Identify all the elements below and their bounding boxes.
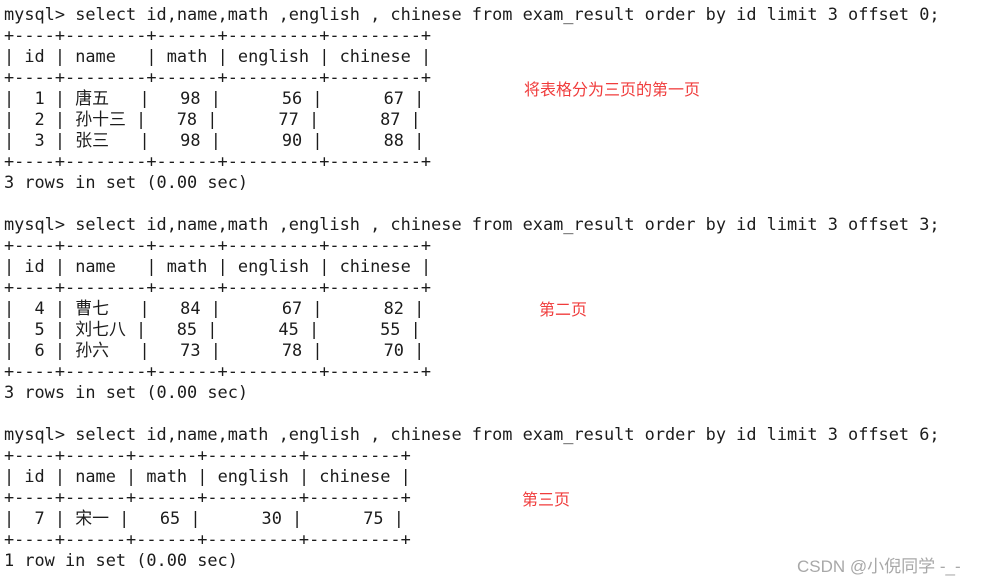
table-row: | 7 | 宋一 | 65 | 30 | 75 | xyxy=(4,508,404,528)
cell-id: 3 xyxy=(14,130,55,150)
cell-english: 78 xyxy=(220,340,313,360)
table-border: +----+------+------+---------+---------+ xyxy=(4,445,411,465)
table-header-row: | id | name | math | english | chinese | xyxy=(4,466,411,486)
cell-id: 6 xyxy=(14,340,55,360)
column-header-chinese: chinese xyxy=(309,466,401,486)
cell-name: 宋一 xyxy=(65,508,120,528)
column-header-name: name xyxy=(65,46,147,66)
table-header-row: | id | name | math | english | chinese | xyxy=(4,256,432,276)
table-border: +----+--------+------+---------+--------… xyxy=(4,25,432,45)
cell-chinese: 75 xyxy=(302,508,394,528)
cell-chinese: 87 xyxy=(319,109,411,129)
cell-chinese: 88 xyxy=(322,130,415,150)
terminal-output: mysql> select id,name,math ,english , ch… xyxy=(4,4,940,571)
cell-math: 85 xyxy=(146,319,208,339)
table-border: +----+--------+------+---------+--------… xyxy=(4,277,432,297)
column-header-id: id xyxy=(14,46,55,66)
csdn-watermark: CSDN @小倪同学 -_- xyxy=(797,557,961,576)
sql-command: select id,name,math ,english , chinese f… xyxy=(75,4,940,24)
table-border: +----+--------+------+---------+--------… xyxy=(4,361,432,381)
table-border: +----+--------+------+---------+--------… xyxy=(4,67,432,87)
cell-math: 65 xyxy=(129,508,191,528)
cell-id: 5 xyxy=(14,319,55,339)
cell-english: 45 xyxy=(217,319,309,339)
sql-command: select id,name,math ,english , chinese f… xyxy=(75,424,940,444)
column-header-name: name xyxy=(65,466,127,486)
cell-math: 98 xyxy=(149,130,211,150)
column-header-math: math xyxy=(136,466,198,486)
cell-id: 1 xyxy=(14,88,55,108)
table-row: | 6 | 孙六 | 73 | 78 | 70 | xyxy=(4,340,425,360)
column-header-chinese: chinese xyxy=(329,256,421,276)
table-row: | 1 | 唐五 | 98 | 56 | 67 | xyxy=(4,88,425,108)
cell-english: 56 xyxy=(220,88,313,108)
cell-name: 曹七 xyxy=(65,298,140,318)
table-header-row: | id | name | math | english | chinese | xyxy=(4,46,432,66)
mysql-prompt: mysql> xyxy=(4,424,76,444)
table-row: | 2 | 孙十三 | 78 | 77 | 87 | xyxy=(4,109,421,129)
column-header-english: english xyxy=(227,46,320,66)
column-header-math: math xyxy=(156,256,218,276)
cell-english: 67 xyxy=(220,298,313,318)
cell-english: 90 xyxy=(220,130,313,150)
cell-chinese: 70 xyxy=(322,340,415,360)
table-row: | 3 | 张三 | 98 | 90 | 88 | xyxy=(4,130,425,150)
mysql-prompt: mysql> xyxy=(4,214,76,234)
cell-name: 唐五 xyxy=(65,88,140,108)
result-summary: 3 rows in set (0.00 sec) xyxy=(4,172,249,192)
command-line: mysql> select id,name,math ,english , ch… xyxy=(4,424,940,445)
cell-math: 98 xyxy=(149,88,211,108)
column-header-math: math xyxy=(156,46,218,66)
table-border: +----+------+------+---------+---------+ xyxy=(4,487,411,507)
cell-english: 77 xyxy=(217,109,309,129)
cell-name: 张三 xyxy=(65,130,140,150)
annotation-page-3: 第三页 xyxy=(522,490,571,509)
result-summary: 3 rows in set (0.00 sec) xyxy=(4,382,249,402)
cell-name: 刘七八 xyxy=(65,319,137,339)
cell-id: 4 xyxy=(14,298,55,318)
column-header-id: id xyxy=(14,256,55,276)
column-header-english: english xyxy=(227,256,320,276)
table-border: +----+------+------+---------+---------+ xyxy=(4,529,411,549)
command-line: mysql> select id,name,math ,english , ch… xyxy=(4,4,940,25)
cell-chinese: 82 xyxy=(322,298,415,318)
cell-math: 78 xyxy=(146,109,208,129)
column-header-id: id xyxy=(14,466,55,486)
column-header-chinese: chinese xyxy=(329,46,421,66)
cell-id: 2 xyxy=(14,109,55,129)
annotation-page-2: 第二页 xyxy=(539,300,588,319)
cell-name: 孙十三 xyxy=(65,109,137,129)
cell-english: 30 xyxy=(200,508,293,528)
table-border: +----+--------+------+---------+--------… xyxy=(4,235,432,255)
sql-command: select id,name,math ,english , chinese f… xyxy=(75,214,940,234)
table-row: | 5 | 刘七八 | 85 | 45 | 55 | xyxy=(4,319,421,339)
command-line: mysql> select id,name,math ,english , ch… xyxy=(4,214,940,235)
annotation-page-1: 将表格分为三页的第一页 xyxy=(524,80,701,99)
cell-chinese: 55 xyxy=(319,319,411,339)
column-header-name: name xyxy=(65,256,147,276)
cell-id: 7 xyxy=(14,508,55,528)
column-header-english: english xyxy=(207,466,299,486)
mysql-prompt: mysql> xyxy=(4,4,76,24)
cell-name: 孙六 xyxy=(65,340,140,360)
cell-chinese: 67 xyxy=(322,88,415,108)
cell-math: 84 xyxy=(149,298,211,318)
table-row: | 4 | 曹七 | 84 | 67 | 82 | xyxy=(4,298,425,318)
table-border: +----+--------+------+---------+--------… xyxy=(4,151,432,171)
cell-math: 73 xyxy=(149,340,211,360)
